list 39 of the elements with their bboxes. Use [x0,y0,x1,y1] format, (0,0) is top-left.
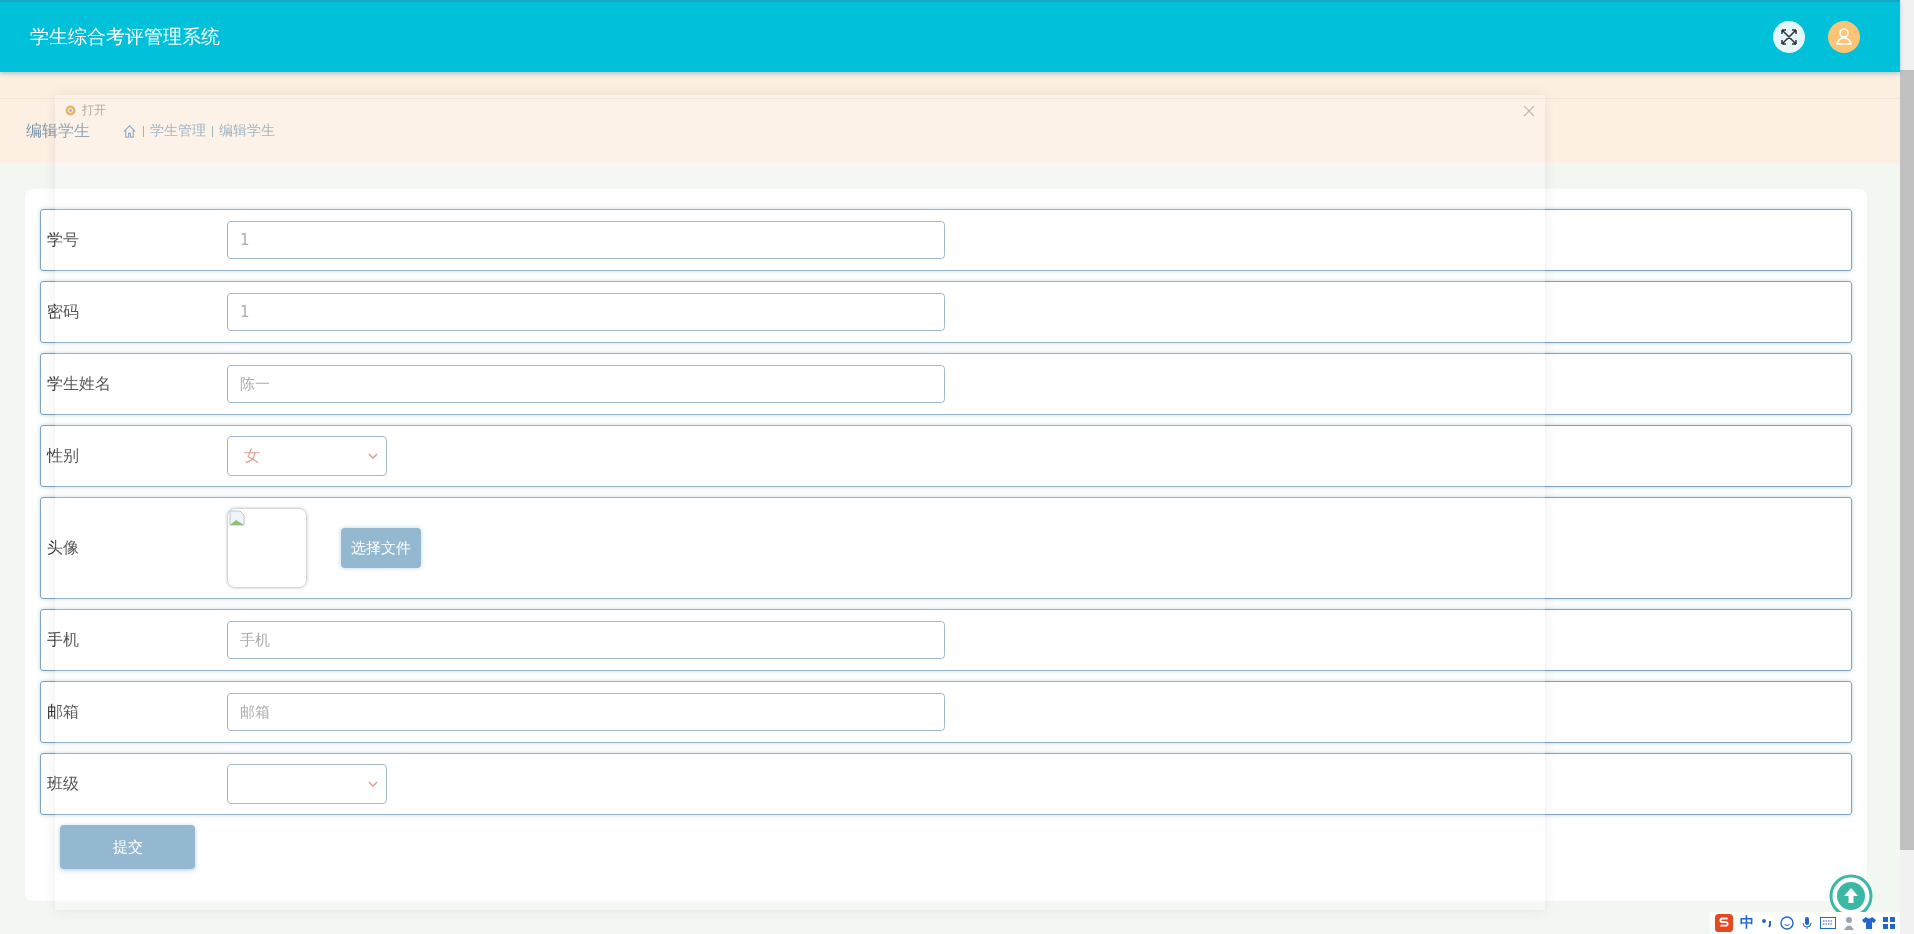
text-field[interactable]: 邮箱 [227,693,945,731]
field-label: 邮箱 [47,701,80,723]
fullscreen-icon[interactable] [1773,21,1805,53]
dialog-title: 打开 [82,102,106,119]
browser-icon [65,105,76,116]
page-title: 编辑学生 [26,120,90,142]
text-field[interactable]: 手机 [227,621,945,659]
text-field[interactable]: 1 [227,221,945,259]
shirt-icon[interactable] [1862,916,1876,930]
submit-button[interactable]: 提交 [60,825,195,869]
field-label: 密码 [47,301,80,323]
ime-mode[interactable]: 中 [1740,914,1754,932]
user-avatar-icon[interactable] [1828,21,1860,53]
caret-icon [368,781,378,787]
breadcrumb-link[interactable]: 学生管理 [150,122,206,140]
person-icon[interactable] [1842,916,1856,930]
field-label: 性别 [47,445,80,467]
choose-file-button[interactable]: 选择文件 [341,528,421,568]
input-method-logo-icon[interactable] [1714,914,1734,932]
broken-image-icon [229,510,245,526]
field-label: 班级 [47,773,80,795]
grid-icon[interactable] [1882,916,1896,930]
smiley-icon[interactable] [1780,916,1794,930]
select-field[interactable] [227,764,387,804]
keyboard-icon[interactable] [1820,917,1836,929]
text-field[interactable]: 1 [227,293,945,331]
app-title: 学生综合考评管理系统 [30,24,220,49]
caret-icon [368,453,378,459]
field-label: 头像 [47,537,80,559]
microphone-icon[interactable] [1800,916,1814,930]
field-label: 学号 [47,229,80,251]
field-label: 学生姓名 [47,373,112,395]
home-icon[interactable] [122,123,137,139]
scrollbar[interactable] [1900,0,1914,934]
punctuation-icon[interactable] [1760,916,1774,930]
text-field[interactable]: 陈一 [227,365,945,403]
select-field[interactable]: 女 [227,436,387,476]
breadcrumb-link[interactable]: 编辑学生 [219,122,275,140]
field-label: 手机 [47,629,80,651]
